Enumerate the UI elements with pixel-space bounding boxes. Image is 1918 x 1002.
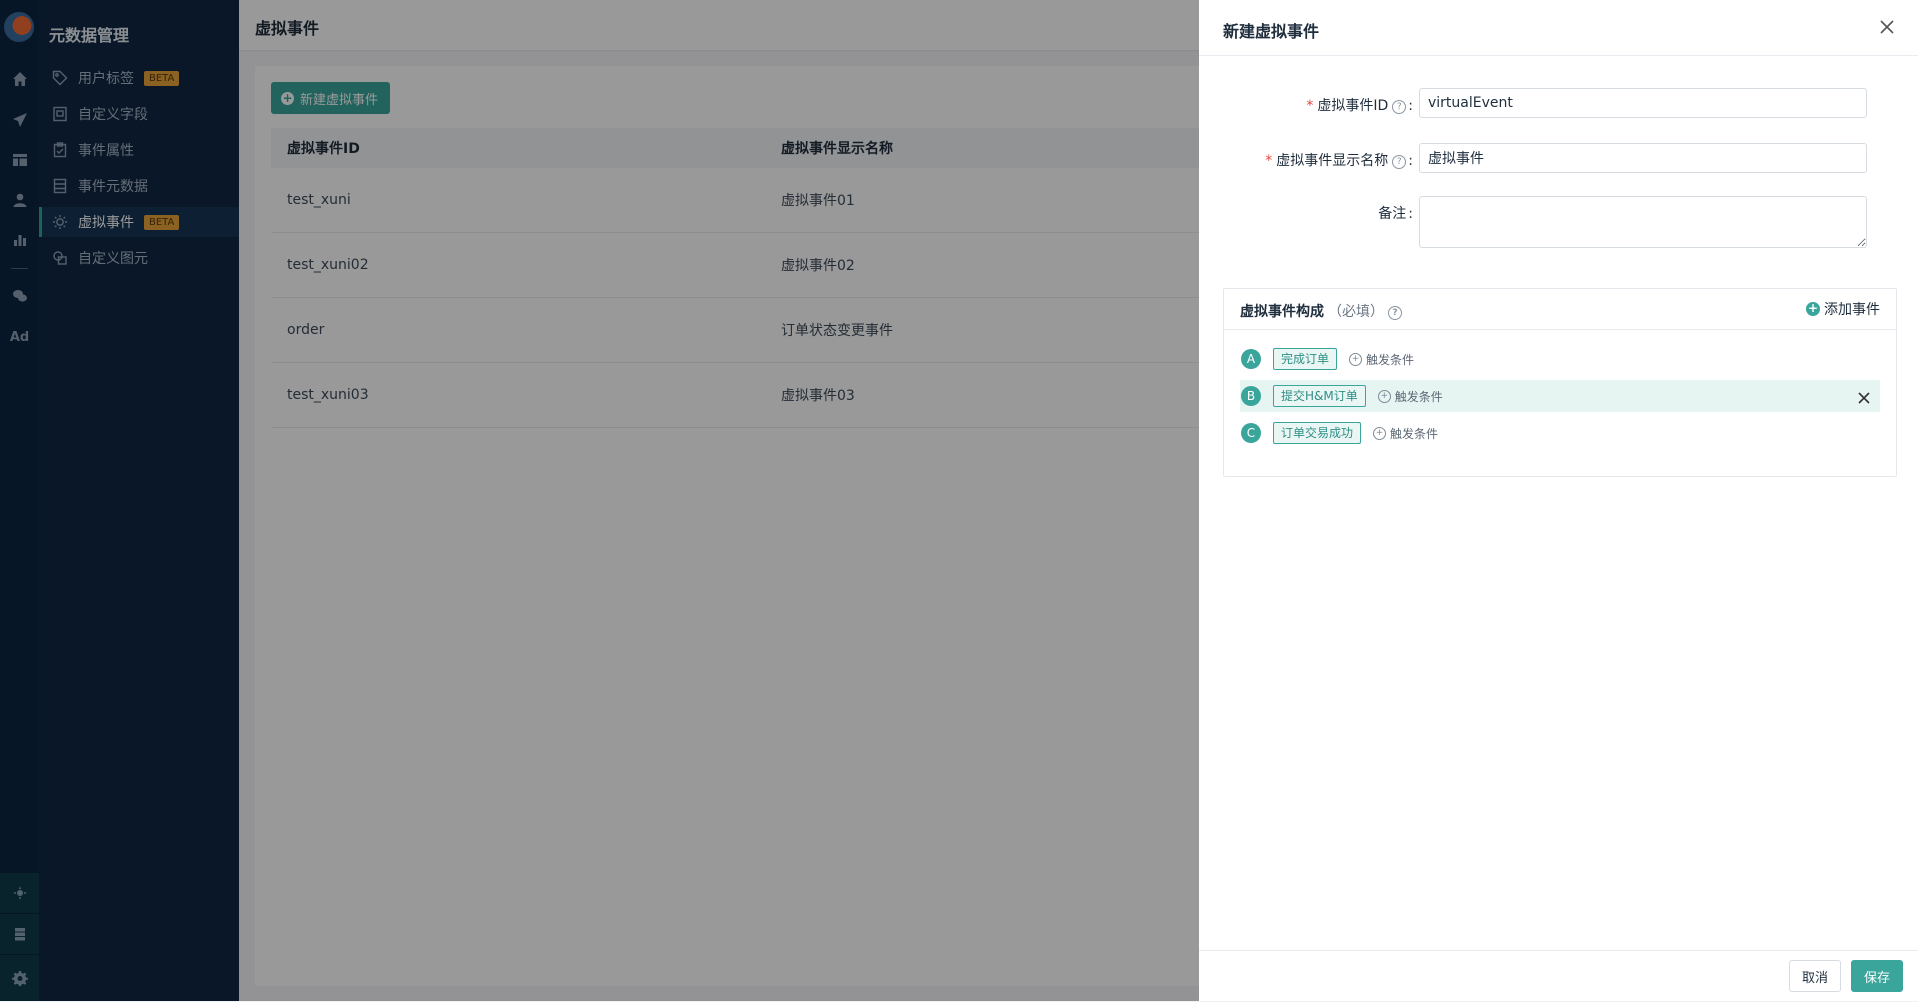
trigger-condition-label: 触发条件 [1366, 352, 1415, 367]
note-label: 备注 [1378, 206, 1407, 222]
plus-circle-icon: + [1806, 301, 1820, 316]
add-event-label: 添加事件 [1824, 302, 1880, 318]
event-tag[interactable]: 提交H&M订单 [1273, 385, 1366, 407]
event-letter-badge: A [1241, 349, 1261, 369]
drawer-footer: 取消 保存 [1199, 950, 1918, 1002]
event-row[interactable]: C 订单交易成功 + 触发条件 [1240, 417, 1880, 449]
colon: : [1408, 153, 1413, 169]
required-mark: * [1265, 153, 1273, 169]
event-tag[interactable]: 完成订单 [1273, 348, 1338, 370]
note-textarea[interactable] [1419, 196, 1867, 248]
field-label: * 虚拟事件ID?: [1199, 88, 1413, 118]
trigger-condition-button[interactable]: + 触发条件 [1377, 388, 1443, 405]
event-row[interactable]: B 提交H&M订单 + 触发条件 [1240, 380, 1880, 412]
form-row-note: 备注: [1199, 196, 1918, 248]
panel-header: 虚拟事件构成 （必填）? + 添加事件 [1224, 289, 1896, 330]
event-tag[interactable]: 订单交易成功 [1273, 422, 1362, 444]
drawer-header: 新建虚拟事件 [1199, 0, 1918, 56]
trigger-condition-label: 触发条件 [1394, 389, 1443, 404]
trigger-condition-label: 触发条件 [1390, 426, 1439, 441]
event-id-label: 虚拟事件ID [1317, 98, 1389, 114]
event-letter-badge: C [1241, 423, 1261, 443]
event-letter-badge: B [1241, 386, 1261, 406]
plus-circle-icon: + [1373, 426, 1387, 440]
required-mark: * [1306, 98, 1314, 114]
field-label: 备注: [1199, 196, 1413, 248]
new-virtual-event-drawer: 新建虚拟事件 *虚拟事件ID?: *虚拟事件显示名称?: 备注: 虚拟事件构成（… [1199, 0, 1918, 1001]
cancel-button[interactable]: 取消 [1789, 960, 1841, 992]
field-label: * 虚拟事件显示名称?: [1199, 143, 1413, 173]
help-icon[interactable]: ? [1392, 155, 1407, 169]
event-row[interactable]: A 完成订单 + 触发条件 [1240, 343, 1880, 375]
plus-circle-icon: + [1377, 389, 1391, 403]
composition-title: 虚拟事件构成 [1240, 304, 1324, 320]
colon: : [1408, 98, 1413, 114]
add-event-button[interactable]: + 添加事件 [1806, 299, 1880, 319]
form-row-event-id: * 虚拟事件ID?: [1199, 88, 1918, 118]
panel-title: 虚拟事件构成 （必填）? [1240, 301, 1402, 321]
event-composition-panel: 虚拟事件构成 （必填）? + 添加事件 A 完成订单 + 触发条件 B 提交H&M订单… [1223, 288, 1897, 477]
help-icon[interactable]: ? [1388, 306, 1402, 320]
plus-circle-icon: + [1349, 352, 1363, 366]
help-icon[interactable]: ? [1392, 100, 1407, 114]
drawer-title: 新建虚拟事件 [1223, 22, 1320, 41]
required-hint: （必填） [1328, 304, 1384, 320]
save-button[interactable]: 保存 [1851, 960, 1903, 992]
trigger-condition-button[interactable]: + 触发条件 [1349, 351, 1414, 368]
form-row-display-name: * 虚拟事件显示名称?: [1199, 143, 1918, 173]
trigger-condition-button[interactable]: + 触发条件 [1373, 425, 1438, 442]
remove-event-icon[interactable] [1858, 389, 1872, 404]
display-name-input[interactable] [1419, 143, 1867, 173]
event-id-input[interactable] [1419, 88, 1867, 118]
close-icon[interactable] [1876, 16, 1898, 38]
colon: : [1408, 206, 1413, 222]
display-name-label: 虚拟事件显示名称 [1276, 153, 1389, 169]
